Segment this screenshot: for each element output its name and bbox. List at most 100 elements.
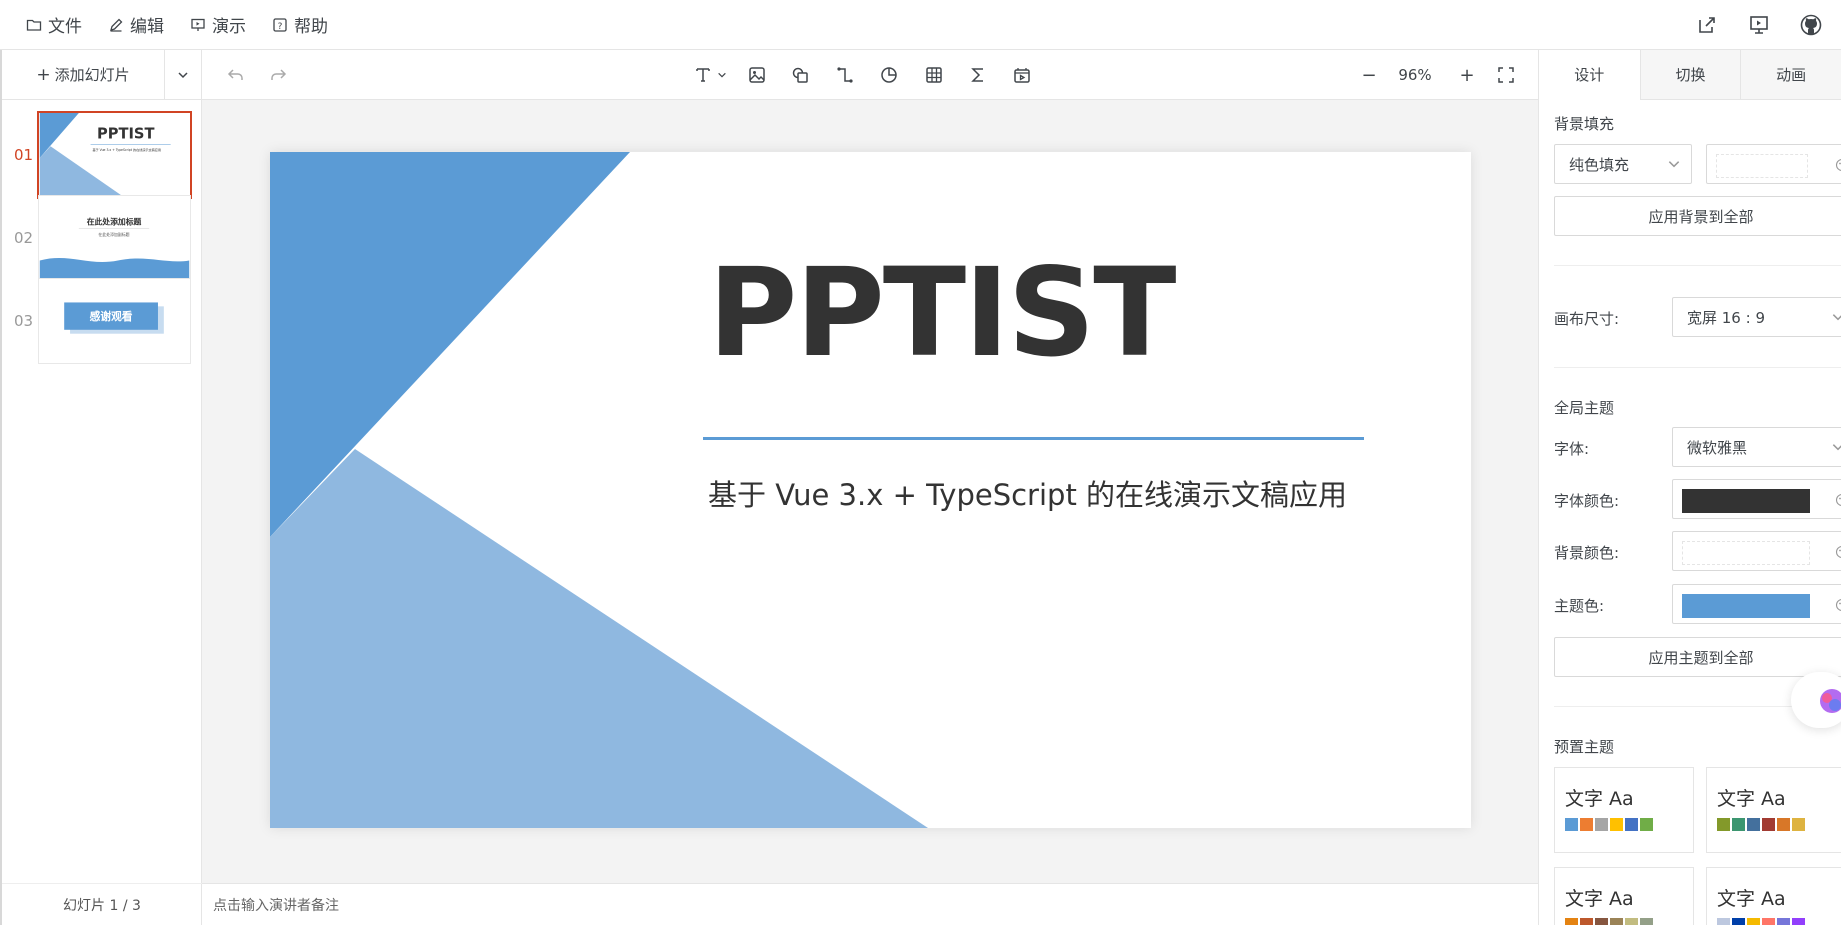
slide-canvas[interactable]: PPTIST 基于 Vue 3.x + TypeScript 的在线演示文稿应用	[270, 152, 1471, 828]
bg-fill-value: 纯色填充	[1569, 155, 1630, 174]
menu-help[interactable]: ? 帮助	[272, 12, 328, 37]
tab-design[interactable]: 设计	[1539, 50, 1640, 100]
palette-icon	[1835, 494, 1841, 506]
thumbnail-item-1[interactable]: 01 PPTIST 基于 Vue 3.x + TypeScript 的在线演示文…	[2, 111, 202, 199]
tab-transition[interactable]: 切换	[1639, 50, 1741, 100]
bg-fill-label: 背景填充	[1554, 115, 1615, 133]
bg-color-picker[interactable]	[1672, 531, 1841, 571]
menu-help-label: 帮助	[294, 17, 328, 37]
preset-theme-colors	[1717, 818, 1805, 831]
pencil-icon	[110, 18, 123, 32]
add-slide-dropdown[interactable]	[165, 50, 201, 99]
add-slide-label: 添加幻灯片	[54, 66, 130, 84]
text-tool-icon[interactable]	[691, 63, 715, 87]
preset-theme-3[interactable]: 文字 Aa	[1554, 867, 1694, 925]
thumbnail-item-3[interactable]: 03 感谢观看	[2, 278, 202, 364]
minus-icon: −	[1361, 64, 1377, 86]
speaker-notes-placeholder: 点击输入演讲者备注	[213, 897, 339, 914]
shape-tool-icon[interactable]	[788, 63, 812, 87]
presentation-icon	[191, 18, 205, 31]
redo-icon[interactable]	[266, 63, 290, 87]
zoom-out-button[interactable]: −	[1357, 63, 1381, 87]
palette-icon	[1835, 546, 1841, 558]
chart-tool-icon[interactable]	[877, 63, 901, 87]
preset-theme-1[interactable]: 文字 Aa	[1554, 767, 1694, 853]
canvas-area[interactable]: PPTIST 基于 Vue 3.x + TypeScript 的在线演示文稿应用	[202, 100, 1538, 883]
font-label: 字体:	[1554, 440, 1590, 458]
undo-icon[interactable]	[224, 63, 248, 87]
bg-fill-color-picker[interactable]	[1706, 144, 1841, 184]
export-icon[interactable]	[1695, 13, 1719, 37]
font-color-swatch	[1682, 489, 1810, 513]
slide-subtitle[interactable]: 基于 Vue 3.x + TypeScript 的在线演示文稿应用	[708, 472, 1347, 514]
theme-color-swatch	[1682, 594, 1810, 618]
thumbnail-preview[interactable]: PPTIST 基于 Vue 3.x + TypeScript 的在线演示文稿应用	[37, 111, 192, 199]
font-color-label: 字体颜色:	[1554, 492, 1620, 510]
global-theme-label: 全局主题	[1554, 399, 1615, 417]
font-value: 微软雅黑	[1687, 438, 1748, 457]
preset-theme-colors	[1717, 918, 1805, 925]
thumbnail-title: 感谢观看	[90, 310, 133, 323]
menu-edit[interactable]: 编辑	[108, 12, 164, 37]
divider	[1554, 265, 1841, 266]
thumbnail-preview[interactable]: 在此处添加标题 在此处添加副标题	[38, 195, 191, 281]
menu-present[interactable]: 演示	[190, 12, 246, 37]
plus-icon: +	[1459, 64, 1475, 86]
image-tool-icon[interactable]	[745, 63, 769, 87]
line-tool-icon[interactable]	[833, 63, 857, 87]
formula-tool-icon[interactable]	[966, 63, 990, 87]
chevron-down-icon	[178, 71, 188, 78]
slide-dark-triangle[interactable]	[270, 152, 630, 537]
preset-theme-colors	[1565, 818, 1653, 831]
tab-animation[interactable]: 动画	[1740, 50, 1841, 100]
bg-color-swatch	[1682, 541, 1810, 565]
folder-icon	[26, 19, 42, 31]
zoom-in-button[interactable]: +	[1455, 63, 1479, 87]
canvas-size-select[interactable]: 宽屏 16 : 9	[1672, 297, 1841, 337]
thumbnail-1-graphic: PPTIST 基于 Vue 3.x + TypeScript 的在线演示文稿应用	[39, 113, 171, 197]
palette-icon	[1835, 599, 1841, 611]
theme-color-label: 主题色:	[1554, 597, 1605, 615]
ai-assistant-bubble[interactable]	[1791, 672, 1841, 728]
divider	[1554, 367, 1841, 368]
menu-file-label: 文件	[48, 17, 82, 37]
preset-theme-colors	[1565, 918, 1653, 925]
thumbnail-title: 在此处添加标题	[87, 216, 142, 226]
media-tool-icon[interactable]	[1010, 63, 1034, 87]
bg-fill-swatch	[1716, 154, 1808, 178]
thumbnail-3-graphic: 感谢观看	[64, 302, 164, 334]
slideshow-icon[interactable]	[1747, 13, 1771, 37]
menu-present-label: 演示	[212, 17, 246, 37]
plus-icon: +	[36, 64, 51, 85]
canvas-size-label: 画布尺寸:	[1554, 310, 1620, 328]
font-select[interactable]: 微软雅黑	[1672, 427, 1841, 467]
apply-bg-all-button[interactable]: 应用背景到全部	[1554, 196, 1841, 236]
panel-tabs: 设计 切换 动画	[1539, 50, 1841, 100]
preset-theme-label: 预置主题	[1554, 738, 1615, 756]
github-icon[interactable]	[1799, 13, 1823, 37]
chevron-down-icon	[1832, 444, 1841, 451]
speaker-notes-input[interactable]: 点击输入演讲者备注	[202, 883, 1538, 925]
thumbnail-subtitle: 基于 Vue 3.x + TypeScript 的在线演示文稿应用	[92, 147, 161, 152]
preset-theme-4[interactable]: 文字 Aa	[1706, 867, 1841, 925]
thumbnail-item-2[interactable]: 02 在此处添加标题 在此处添加副标题	[2, 195, 202, 281]
thumbnail-number: 03	[14, 312, 34, 330]
slide-counter: 幻灯片 1 / 3	[2, 883, 202, 925]
fit-screen-icon[interactable]	[1494, 63, 1518, 87]
bg-color-label: 背景颜色:	[1554, 544, 1620, 562]
slide-title[interactable]: PPTIST	[708, 252, 1177, 374]
font-color-picker[interactable]	[1672, 479, 1841, 519]
ai-assistant-icon	[1820, 689, 1841, 713]
thumbnail-preview[interactable]: 感谢观看	[38, 278, 191, 364]
theme-color-picker[interactable]	[1672, 584, 1841, 624]
apply-theme-all-button[interactable]: 应用主题到全部	[1554, 637, 1841, 677]
help-icon: ?	[273, 17, 287, 32]
slide-divider-line[interactable]	[703, 437, 1364, 440]
canvas-toolbar: − 96% +	[202, 50, 1538, 100]
bg-fill-select[interactable]: 纯色填充	[1554, 144, 1692, 184]
table-tool-icon[interactable]	[922, 63, 946, 87]
text-tool-chevron-icon[interactable]	[715, 63, 729, 87]
add-slide-button[interactable]: + 添加幻灯片	[2, 50, 165, 99]
preset-theme-2[interactable]: 文字 Aa	[1706, 767, 1841, 853]
menu-file[interactable]: 文件	[26, 12, 82, 37]
